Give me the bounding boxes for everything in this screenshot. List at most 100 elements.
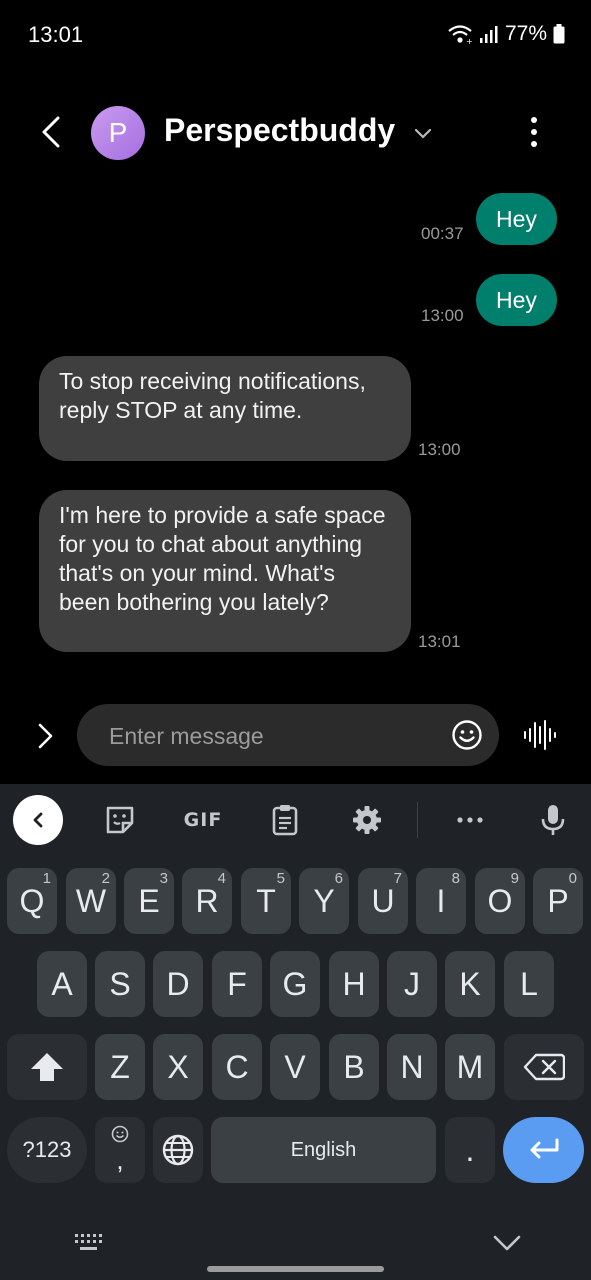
key-label: P	[547, 882, 569, 919]
gear-icon	[353, 806, 381, 834]
key-c[interactable]: C	[212, 1034, 262, 1100]
key-f[interactable]: F	[212, 951, 262, 1017]
key-i[interactable]: I8	[416, 868, 466, 934]
key-label: W	[75, 882, 107, 919]
key-n[interactable]: N	[387, 1034, 437, 1100]
shift-icon	[31, 1053, 63, 1081]
message-bubble-outgoing[interactable]: Hey	[476, 274, 557, 326]
more-horizontal-icon	[457, 817, 483, 823]
key-v[interactable]: V	[270, 1034, 320, 1100]
svg-text:+: +	[466, 37, 473, 45]
key-b[interactable]: B	[329, 1034, 379, 1100]
key-e[interactable]: E3	[124, 868, 174, 934]
key-l[interactable]: L	[504, 951, 554, 1017]
backspace-key[interactable]	[504, 1034, 584, 1100]
key-y[interactable]: Y6	[299, 868, 349, 934]
emoji-hint-icon	[111, 1125, 129, 1143]
gif-button[interactable]: GIF	[182, 803, 224, 837]
keyboard-switcher-button[interactable]	[72, 1230, 108, 1256]
sticker-icon	[106, 806, 134, 834]
keyboard-menu-button[interactable]	[13, 795, 63, 845]
key-label: Y	[313, 882, 335, 919]
more-vertical-icon	[531, 117, 537, 147]
key-m[interactable]: M	[445, 1034, 495, 1100]
space-key[interactable]: English	[211, 1117, 436, 1183]
voice-input-button[interactable]	[522, 719, 558, 751]
clipboard-icon	[272, 805, 298, 836]
key-label: E	[138, 882, 160, 919]
message-input[interactable]: Enter message	[77, 704, 499, 766]
key-hint: 2	[101, 870, 110, 887]
symbols-key[interactable]: ?123	[7, 1117, 87, 1183]
gif-label: GIF	[183, 809, 223, 831]
key-h[interactable]: H	[329, 951, 379, 1017]
key-r[interactable]: R4	[182, 868, 232, 934]
keyboard-icon	[75, 1234, 102, 1250]
message-timestamp: 13:01	[418, 632, 461, 651]
enter-key[interactable]	[503, 1117, 584, 1183]
key-hint: 7	[393, 870, 402, 887]
expand-attachments-button[interactable]	[34, 722, 56, 750]
hide-keyboard-button[interactable]	[492, 1230, 522, 1256]
shift-key[interactable]	[7, 1034, 87, 1100]
home-gesture-bar[interactable]	[207, 1266, 384, 1272]
keyboard: G I F Q 1 W 2 E 3 R 4 T 5 Y 6 U 7 I 8 O 9 …	[0, 784, 591, 1280]
message-bubble-incoming[interactable]: I'm here to provide a safe space for you…	[39, 490, 411, 652]
key-hint: 1	[42, 870, 51, 887]
message-bubble-outgoing[interactable]: Hey	[476, 193, 557, 245]
key-t[interactable]: T5	[241, 868, 291, 934]
key-a[interactable]: A	[37, 951, 87, 1017]
period-key[interactable]: .	[445, 1117, 495, 1183]
chevron-down-icon[interactable]	[412, 122, 434, 144]
key-p[interactable]: P0	[533, 868, 583, 934]
microphone-icon	[541, 805, 565, 835]
message-timestamp: 13:00	[418, 440, 461, 459]
backspace-icon	[523, 1053, 565, 1081]
enter-arrow-icon	[530, 1138, 558, 1159]
back-button[interactable]	[34, 112, 68, 152]
key-hint: 8	[451, 870, 460, 887]
key-s[interactable]: S	[95, 951, 145, 1017]
key-o[interactable]: O9	[475, 868, 525, 934]
settings-button[interactable]	[350, 803, 384, 837]
key-d[interactable]: D	[153, 951, 203, 1017]
chevron-left-icon	[33, 812, 43, 828]
key-j[interactable]: J	[387, 951, 437, 1017]
key-label: I	[436, 882, 446, 919]
key-k[interactable]: K	[445, 951, 495, 1017]
key-w[interactable]: W2	[66, 868, 116, 934]
key-g[interactable]: G	[270, 951, 320, 1017]
toolbar-divider	[417, 802, 418, 838]
key-label: U	[371, 882, 395, 919]
battery-icon	[553, 24, 565, 44]
key-hint: 5	[276, 870, 285, 887]
mic-button[interactable]	[536, 803, 570, 837]
key-x[interactable]: X	[153, 1034, 203, 1100]
signal-icon	[479, 26, 498, 43]
keyboard-toolbar: GIF	[0, 784, 591, 858]
clipboard-button[interactable]	[268, 803, 302, 837]
key-hint: 0	[568, 870, 577, 887]
battery-percent: 77%	[504, 22, 547, 45]
chevron-down-icon	[493, 1235, 521, 1251]
status-icons: + 77%	[447, 22, 565, 46]
emoji-button[interactable]	[451, 719, 483, 751]
contact-name[interactable]: Perspectbuddy	[164, 112, 395, 149]
message-input-placeholder: Enter message	[109, 723, 264, 749]
key-u[interactable]: U7	[358, 868, 408, 934]
comma-emoji-key[interactable]: ,	[95, 1117, 145, 1183]
more-options-button[interactable]	[522, 114, 546, 150]
language-key[interactable]	[153, 1117, 203, 1183]
message-bubble-incoming[interactable]: To stop receiving notifications, reply S…	[39, 356, 411, 461]
message-timestamp: 13:00	[421, 306, 464, 325]
conversation-header: P Perspectbuddy	[0, 100, 591, 166]
avatar[interactable]: P	[91, 106, 145, 160]
key-q[interactable]: Q1	[7, 868, 57, 934]
key-z[interactable]: Z	[95, 1034, 145, 1100]
status-time: 13:01	[28, 22, 84, 47]
sticker-button[interactable]	[103, 803, 137, 837]
message-composer: Enter message	[0, 702, 591, 768]
key-hint: 9	[510, 870, 519, 887]
wifi-icon: +	[448, 25, 473, 45]
more-tools-button[interactable]	[453, 803, 487, 837]
